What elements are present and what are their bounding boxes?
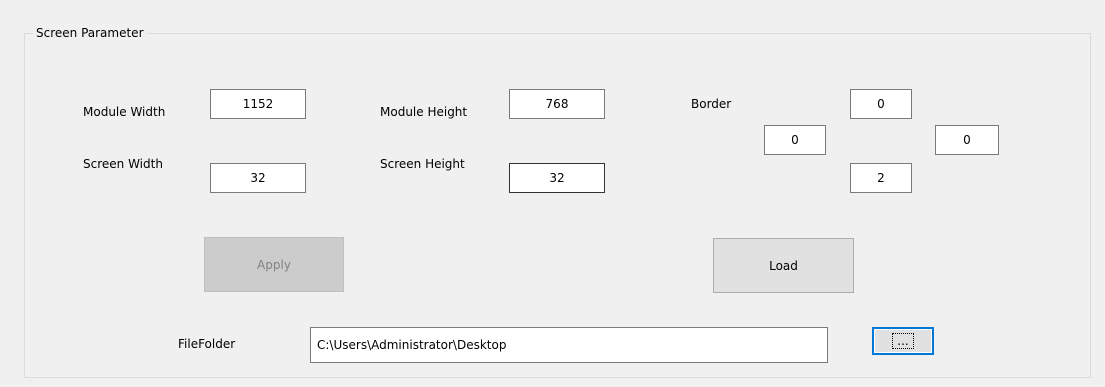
- screen-height-input[interactable]: [509, 89, 605, 119]
- border-right-input[interactable]: [935, 125, 999, 155]
- border-bottom-input[interactable]: [850, 163, 912, 193]
- screen-height-label: Screen Height: [380, 157, 465, 171]
- module-height-label: Module Height: [380, 105, 468, 119]
- border-top-input[interactable]: [850, 89, 912, 119]
- browse-button-label: ...: [892, 333, 914, 349]
- module-width-input[interactable]: [210, 163, 306, 193]
- apply-button[interactable]: Apply: [204, 237, 344, 292]
- screen-width-input[interactable]: [210, 89, 306, 119]
- border-left-input[interactable]: [764, 125, 826, 155]
- browse-button[interactable]: ...: [872, 327, 934, 355]
- load-button[interactable]: Load: [713, 238, 854, 293]
- screen-width-label: Screen Width: [83, 157, 163, 171]
- file-folder-input[interactable]: [310, 327, 828, 363]
- file-folder-label: FileFolder: [178, 337, 236, 351]
- border-label: Border: [691, 97, 732, 111]
- group-title: Screen Parameter: [33, 24, 147, 42]
- module-height-input[interactable]: [509, 163, 605, 193]
- module-width-label: Module Width: [83, 105, 166, 119]
